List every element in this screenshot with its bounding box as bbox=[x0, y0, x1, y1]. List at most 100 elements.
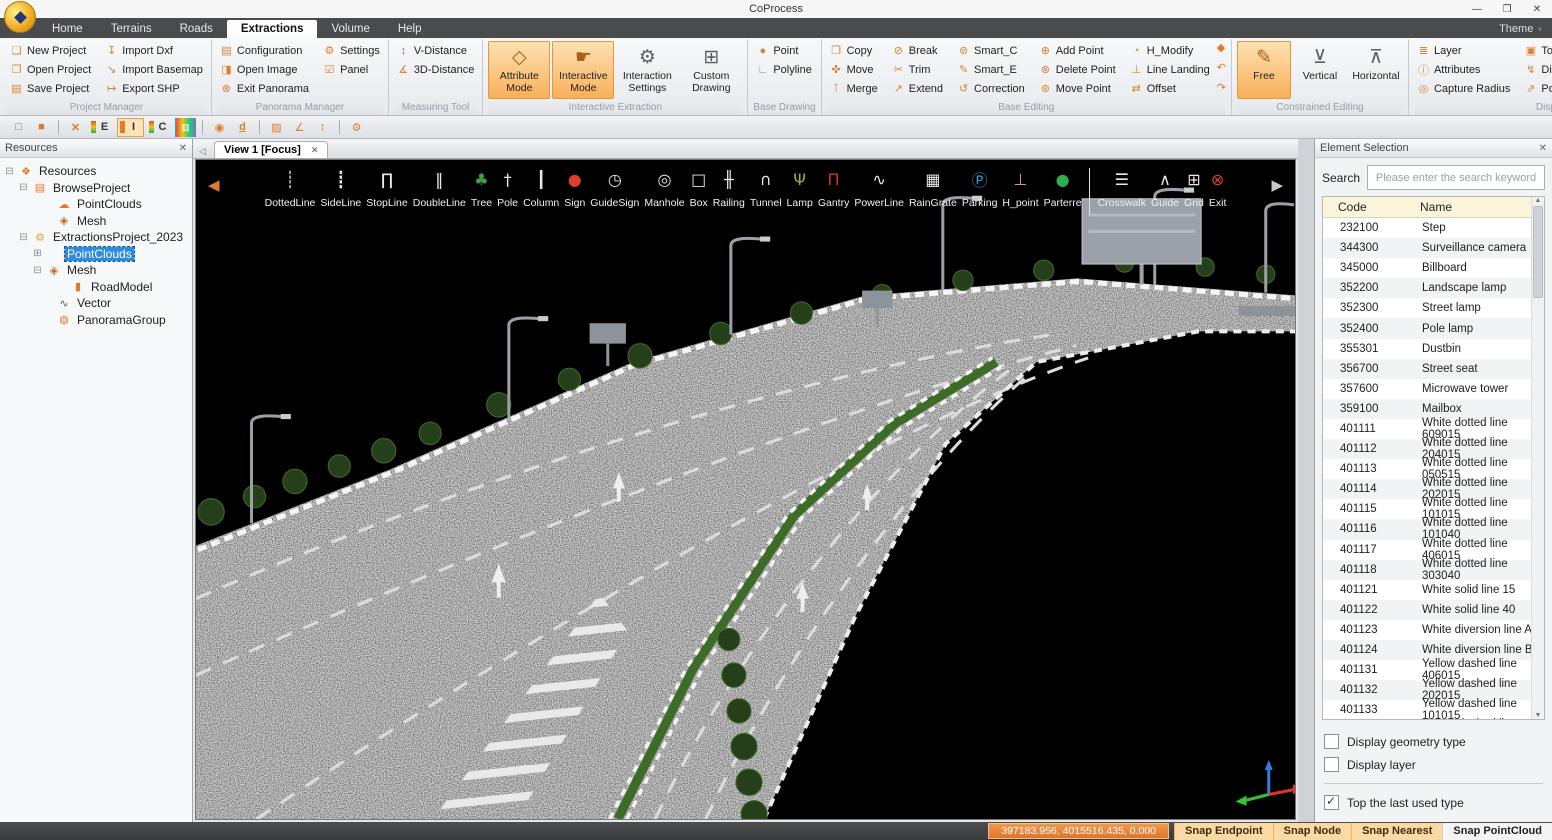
custom-drawing-button[interactable]: ⊞Custom Drawing bbox=[680, 41, 742, 99]
copy-button[interactable]: ❐Copy bbox=[827, 41, 881, 60]
tool-dottedline[interactable]: ┊ DottedLine bbox=[262, 166, 318, 214]
attribute-mode-button[interactable]: ◇Attribute Mode bbox=[488, 41, 550, 99]
smart-c-button[interactable]: ⊚Smart_C bbox=[954, 41, 1028, 60]
element-row[interactable]: 401116 White dotted line 101040 bbox=[1323, 519, 1544, 539]
element-row[interactable]: 356700 Street seat bbox=[1323, 359, 1544, 379]
merge-button[interactable]: ⊺Merge bbox=[827, 79, 881, 98]
tree-item-extractionsproject-2023[interactable]: ⊟ ⚙ ExtractionsProject_2023 bbox=[0, 229, 192, 246]
top-button[interactable]: ▣Top bbox=[1521, 41, 1552, 60]
tool-box[interactable]: □ Box bbox=[687, 166, 710, 214]
view-tab[interactable]: View 1 [Focus] ✕ bbox=[214, 141, 328, 158]
measure-area-icon[interactable]: ▨ bbox=[266, 118, 287, 137]
line-landing-button[interactable]: ⊥Line Landing bbox=[1127, 60, 1213, 79]
column-header-name[interactable]: Name bbox=[1408, 197, 1544, 217]
menu-tab[interactable]: Help bbox=[384, 20, 436, 38]
wireframe-box-icon[interactable]: □ bbox=[8, 118, 29, 137]
snap-toggle[interactable]: Snap Node bbox=[1273, 823, 1351, 840]
element-row[interactable]: 401132 Yellow dashed line 202015 bbox=[1323, 680, 1544, 700]
capture-radius-button[interactable]: ◎Capture Radius bbox=[1414, 79, 1513, 98]
tool-sign[interactable]: ● Sign bbox=[562, 166, 588, 214]
panel-button[interactable]: ☑Panel bbox=[320, 60, 383, 79]
table-scrollbar[interactable]: ▲ ▼ bbox=[1531, 197, 1544, 719]
element-row[interactable]: 401121 White solid line 15 bbox=[1323, 580, 1544, 600]
tool-gantry[interactable]: Π Gantry bbox=[815, 166, 852, 214]
tool-railing[interactable]: ╫ Railing bbox=[710, 166, 747, 214]
tool-tunnel[interactable]: ∩ Tunnel bbox=[747, 166, 784, 214]
measure-distance-icon[interactable]: d bbox=[232, 118, 253, 137]
undo-icon[interactable]: ↶ bbox=[1217, 63, 1226, 74]
tree-item-roadmodel[interactable]: ▮ RoadModel bbox=[0, 279, 192, 296]
tool-manhole[interactable]: ◎ Manhole bbox=[642, 166, 687, 214]
view-settings-icon[interactable]: ⚙ bbox=[346, 118, 367, 137]
checkbox-icon[interactable] bbox=[1324, 795, 1339, 810]
option-checkbox[interactable]: Top the last used type bbox=[1324, 783, 1543, 810]
open-project-button[interactable]: ❐Open Project bbox=[7, 60, 94, 79]
checkbox-icon[interactable] bbox=[1324, 757, 1339, 772]
close-resources-icon[interactable]: ✕ bbox=[179, 143, 187, 154]
element-row[interactable]: 357600 Microwave tower bbox=[1323, 379, 1544, 399]
element-row[interactable]: 401111 White dotted line 609015 bbox=[1323, 419, 1544, 439]
smart-e-button[interactable]: ✎Smart_E bbox=[954, 60, 1028, 79]
tool-exit[interactable]: ⊗ Exit bbox=[1206, 166, 1229, 214]
redo-icon[interactable]: ↷ bbox=[1217, 83, 1226, 94]
menu-tab[interactable]: Terrains bbox=[97, 20, 166, 38]
interaction-settings-button[interactable]: ⚙Interaction Settings bbox=[616, 41, 678, 99]
delete-point-button[interactable]: ⊗Delete Point bbox=[1036, 60, 1119, 79]
snap-toggle[interactable]: Snap PointCloud bbox=[1442, 823, 1552, 840]
element-row[interactable]: 401131 Yellow dashed line 406015 bbox=[1323, 660, 1544, 680]
settings-button[interactable]: ⚙Settings bbox=[320, 41, 383, 60]
tree-item-resources[interactable]: ⊟ ❖ Resources bbox=[0, 163, 192, 180]
display-vector-button[interactable]: ↯Display Vector bbox=[1521, 60, 1552, 79]
point-symbol-button[interactable]: ⇗Point Symbol bbox=[1521, 79, 1552, 98]
menu-tab[interactable]: Extractions bbox=[227, 20, 318, 38]
view-tab-close-icon[interactable]: ✕ bbox=[311, 145, 319, 156]
toolbar-scroll-left-icon[interactable]: ◀ bbox=[208, 176, 220, 194]
tool-sideline[interactable]: ┋ SideLine bbox=[318, 166, 364, 214]
add-point-button[interactable]: ⊕Add Point bbox=[1036, 41, 1119, 60]
tool-guide[interactable]: ∧ Guide bbox=[1149, 166, 1182, 214]
horizontal-button[interactable]: ⊼Horizontal bbox=[1349, 41, 1403, 99]
tree-item-browseproject[interactable]: ⊟ ▤ BrowseProject bbox=[0, 180, 192, 197]
element-row[interactable]: 401114 White dotted line 202015 bbox=[1323, 479, 1544, 499]
tree-expander-icon[interactable]: ⊞ bbox=[32, 248, 43, 259]
tool-lamp[interactable]: Ψ Lamp bbox=[784, 166, 815, 214]
minimize-button[interactable]: — bbox=[1462, 4, 1492, 15]
element-row[interactable]: 401124 White diversion line B bbox=[1323, 640, 1544, 660]
theme-selector[interactable]: Theme ˅ bbox=[1499, 23, 1542, 38]
measure-angle-icon[interactable]: ∠ bbox=[289, 118, 310, 137]
save-project-button[interactable]: ▤Save Project bbox=[7, 79, 94, 98]
tool-stopline[interactable]: ∏ StopLine bbox=[364, 166, 410, 214]
element-row[interactable]: 359100 Mailbox bbox=[1323, 399, 1544, 419]
tool-guidesign[interactable]: ◷ GuideSign bbox=[588, 166, 642, 214]
export-shp-button[interactable]: ↦Export SHP bbox=[102, 79, 206, 98]
tree-item-panoramagroup[interactable]: ◍ PanoramaGroup bbox=[0, 312, 192, 329]
tool-powerline[interactable]: ∿ PowerLine bbox=[852, 166, 907, 214]
scrollbar-up-icon[interactable]: ▲ bbox=[1535, 197, 1542, 204]
scrollbar-thumb[interactable] bbox=[1533, 206, 1543, 298]
tool-column[interactable]: ┃ Column bbox=[521, 166, 562, 214]
menu-tab[interactable]: Roads bbox=[166, 20, 227, 38]
checkbox-icon[interactable] bbox=[1324, 734, 1339, 749]
maximize-button[interactable]: ❐ bbox=[1492, 4, 1522, 15]
close-element-selection-icon[interactable]: ✕ bbox=[1539, 143, 1547, 154]
viewport-3d[interactable]: ◀ ┊ DottedLine ┋ SideLine bbox=[195, 159, 1296, 820]
fit-view-icon[interactable]: ✕ bbox=[65, 118, 86, 137]
element-row[interactable]: 355301 Dustbin bbox=[1323, 339, 1544, 359]
correction-button[interactable]: ↺Correction bbox=[954, 79, 1028, 98]
element-row[interactable]: 401122 White solid line 40 bbox=[1323, 600, 1544, 620]
exit-panorama-button[interactable]: ⊗Exit Panorama bbox=[217, 79, 312, 98]
tree-expander-icon[interactable]: ⊟ bbox=[18, 232, 29, 243]
trim-button[interactable]: ✂Trim bbox=[889, 60, 946, 79]
scrollbar-down-icon[interactable]: ▼ bbox=[1535, 712, 1542, 719]
point-button[interactable]: ●Point bbox=[753, 41, 815, 60]
import-dxf-button[interactable]: ↧Import Dxf bbox=[102, 41, 206, 60]
option-checkbox[interactable]: Display geometry type bbox=[1324, 734, 1543, 749]
h-modify-button[interactable]: ◔H_Modify bbox=[1127, 41, 1213, 60]
vertical-button[interactable]: ⊻Vertical bbox=[1293, 41, 1347, 99]
search-input[interactable] bbox=[1367, 165, 1545, 190]
tree-item-pointclouds-selected[interactable]: ⊞ PointClouds bbox=[0, 246, 192, 263]
snap-toggle[interactable]: Snap Nearest bbox=[1351, 823, 1442, 840]
element-row[interactable]: 401115 White dotted line 101015 bbox=[1323, 499, 1544, 519]
classification-display-icon[interactable]: C bbox=[146, 118, 173, 137]
tool-tree[interactable]: ♣ Tree bbox=[468, 166, 494, 214]
